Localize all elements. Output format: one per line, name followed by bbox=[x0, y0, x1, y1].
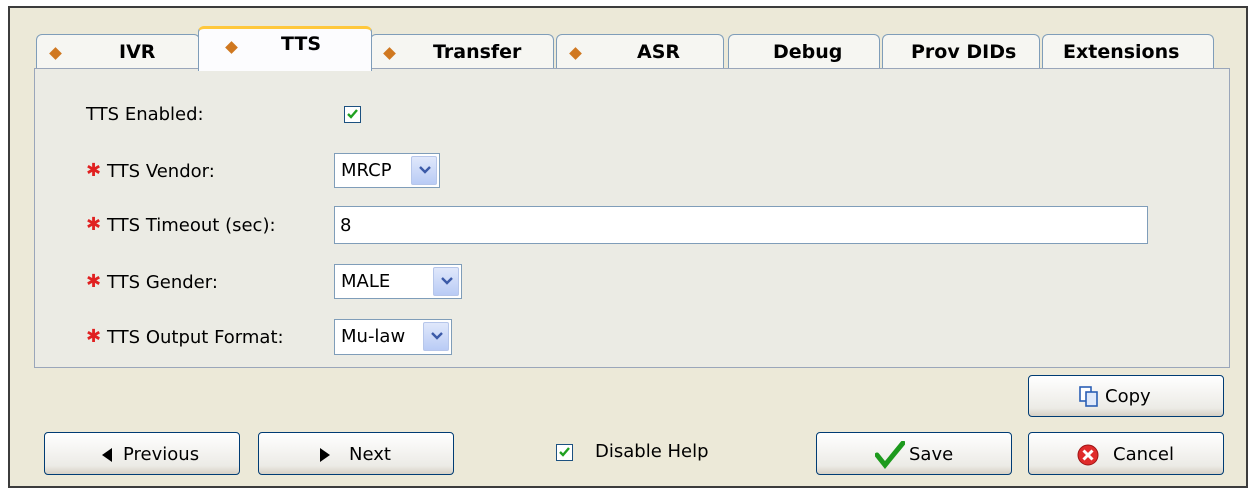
tts-gender-value: MALE bbox=[341, 271, 391, 292]
close-circle-icon bbox=[1077, 444, 1099, 466]
save-button[interactable]: Save bbox=[816, 432, 1012, 475]
tts-output-format-label: TTS Output Format: bbox=[107, 327, 284, 348]
arrow-right-icon bbox=[320, 448, 330, 462]
tab-ivr[interactable]: IVR bbox=[36, 34, 200, 70]
tab-label: IVR bbox=[119, 41, 156, 63]
next-label: Next bbox=[349, 444, 391, 465]
diamond-icon bbox=[569, 47, 582, 60]
copy-label: Copy bbox=[1105, 386, 1151, 407]
tts-enabled-label: TTS Enabled: bbox=[86, 104, 204, 125]
tts-gender-select[interactable]: MALE bbox=[334, 264, 462, 299]
tab-transfer[interactable]: Transfer bbox=[370, 34, 554, 70]
cancel-label: Cancel bbox=[1113, 444, 1174, 465]
tts-timeout-value: 8 bbox=[340, 215, 352, 236]
tts-gender-label: TTS Gender: bbox=[107, 272, 218, 293]
required-icon: ✱ bbox=[86, 214, 102, 235]
tts-output-format-value: Mu-law bbox=[341, 326, 406, 347]
previous-button[interactable]: Previous bbox=[44, 432, 240, 475]
tts-timeout-label: TTS Timeout (sec): bbox=[107, 215, 276, 236]
tts-timeout-input[interactable]: 8 bbox=[334, 206, 1148, 244]
chevron-down-icon[interactable] bbox=[423, 322, 449, 351]
tab-asr[interactable]: ASR bbox=[556, 34, 724, 70]
copy-icon bbox=[1079, 386, 1098, 407]
tab-label: Prov DIDs bbox=[911, 41, 1017, 63]
tts-vendor-value: MRCP bbox=[341, 160, 392, 181]
checkmark-icon bbox=[875, 441, 905, 469]
tab-label: TTS bbox=[281, 33, 322, 55]
tab-label: ASR bbox=[637, 41, 681, 63]
required-icon: ✱ bbox=[86, 271, 102, 292]
checkmark-icon bbox=[559, 447, 570, 457]
chevron-down-icon[interactable] bbox=[411, 156, 437, 185]
diamond-icon bbox=[383, 47, 396, 60]
required-icon: ✱ bbox=[86, 160, 102, 181]
diamond-icon bbox=[225, 41, 238, 54]
tab-tts[interactable]: TTS bbox=[198, 26, 372, 71]
disable-help-checkbox[interactable] bbox=[556, 444, 573, 461]
tab-prov-dids[interactable]: Prov DIDs bbox=[882, 34, 1040, 70]
disable-help-label: Disable Help bbox=[595, 441, 709, 462]
diamond-icon bbox=[49, 47, 62, 60]
save-label: Save bbox=[909, 444, 954, 465]
cancel-button[interactable]: Cancel bbox=[1028, 432, 1224, 475]
required-icon: ✱ bbox=[86, 326, 102, 347]
tab-extensions[interactable]: Extensions bbox=[1042, 34, 1214, 70]
tab-label: Debug bbox=[773, 41, 843, 63]
tts-output-format-select[interactable]: Mu-law bbox=[334, 319, 452, 355]
tab-label: Extensions bbox=[1063, 41, 1180, 63]
next-button[interactable]: Next bbox=[258, 432, 454, 475]
checkmark-icon bbox=[347, 109, 358, 119]
copy-button[interactable]: Copy bbox=[1028, 375, 1224, 417]
tts-vendor-label: TTS Vendor: bbox=[107, 161, 215, 182]
tts-vendor-select[interactable]: MRCP bbox=[334, 153, 440, 188]
chevron-down-icon[interactable] bbox=[433, 267, 459, 296]
tab-debug[interactable]: Debug bbox=[728, 34, 880, 70]
tts-enabled-checkbox[interactable] bbox=[344, 106, 361, 123]
previous-label: Previous bbox=[123, 444, 200, 465]
arrow-left-icon bbox=[102, 448, 112, 462]
tab-label: Transfer bbox=[433, 41, 522, 63]
